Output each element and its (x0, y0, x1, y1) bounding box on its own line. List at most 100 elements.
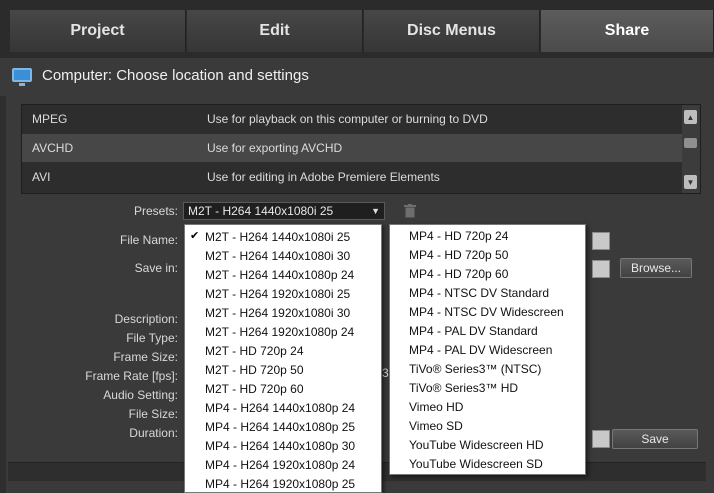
preset-label: MP4 - HD 720p 24 (409, 228, 509, 243)
format-description: Use for editing in Adobe Premiere Elemen… (207, 170, 440, 184)
preset-label: MP4 - H264 1920x1080p 25 (205, 476, 356, 491)
preset-label: YouTube Widescreen SD (409, 456, 543, 471)
preset-menu-left: ✔ M2T - H264 1440x1080i 25 M2T - H264 144… (184, 224, 382, 493)
file-name-label: File Name: (119, 233, 178, 247)
partial-button[interactable] (592, 430, 610, 448)
frame-rate-label: Frame Rate [fps]: (85, 369, 178, 383)
presets-label: Presets: (133, 204, 178, 218)
preset-menu-item[interactable]: M2T - HD 720p 50 (185, 360, 304, 379)
preset-label: M2T - H264 1440x1080i 25 (205, 229, 351, 244)
preset-label: YouTube Widescreen HD (409, 437, 544, 452)
presets-value: M2T - H264 1440x1080i 25 (188, 204, 334, 218)
format-row-avi[interactable]: AVI Use for editing in Adobe Premiere El… (22, 163, 684, 191)
preset-label: MP4 - HD 720p 50 (409, 247, 509, 262)
format-row-mpeg[interactable]: MPEG Use for playback on this computer o… (22, 105, 684, 133)
preset-label: MP4 - PAL DV Standard (409, 323, 538, 338)
scroll-down-button[interactable]: ▼ (684, 175, 697, 189)
file-size-label: File Size: (128, 407, 178, 421)
chevron-down-icon: ▼ (371, 206, 380, 216)
left-edge (0, 96, 6, 493)
preset-menu-item[interactable]: M2T - H264 1440x1080i 30 (185, 246, 350, 265)
frame-rate-value-partial: 3 (382, 366, 389, 380)
preset-menu-item[interactable]: MP4 - HD 720p 50 (390, 245, 508, 264)
save-button[interactable]: Save (612, 429, 698, 449)
preset-menu-item[interactable]: MP4 - NTSC DV Widescreen (390, 302, 564, 321)
preset-menu-item[interactable]: MP4 - H264 1920x1080p 24 (185, 455, 355, 474)
preset-label: M2T - HD 720p 50 (205, 362, 304, 377)
preset-label: MP4 - H264 1440x1080p 24 (205, 400, 356, 415)
preset-menu-item[interactable]: MP4 - PAL DV Standard (390, 321, 538, 340)
preset-menu-right: MP4 - HD 720p 24 MP4 - HD 720p 50 MP4 - … (389, 224, 586, 475)
preset-menu-item[interactable]: TiVo® Series3™ HD (390, 378, 518, 397)
tab-project[interactable]: Project (10, 10, 186, 52)
preset-menu-item[interactable]: M2T - HD 720p 60 (185, 379, 304, 398)
preset-label: M2T - H264 1920x1080i 30 (205, 305, 351, 320)
page-heading-row: Computer: Choose location and settings (12, 62, 309, 88)
checkmark-icon: ✔ (190, 230, 200, 242)
preset-label: MP4 - H264 1920x1080p 24 (205, 457, 356, 472)
tab-edit[interactable]: Edit (187, 10, 363, 52)
format-list-scrollbar[interactable]: ▲ ▼ (682, 105, 700, 193)
preset-menu-item[interactable]: MP4 - H264 1440x1080p 24 (185, 398, 355, 417)
preset-menu-item[interactable]: M2T - H264 1920x1080p 24 (185, 322, 354, 341)
preset-label: MP4 - PAL DV Widescreen (409, 342, 553, 357)
preset-label: MP4 - H264 1440x1080p 25 (205, 419, 356, 434)
preset-label: TiVo® Series3™ (NTSC) (409, 361, 542, 376)
preset-label: Vimeo SD (409, 418, 463, 433)
preset-label: MP4 - H264 1440x1080p 30 (205, 438, 356, 453)
preset-menu-item[interactable]: MP4 - H264 1440x1080p 30 (185, 436, 355, 455)
scroll-up-button[interactable]: ▲ (684, 110, 697, 124)
preset-label: M2T - H264 1920x1080p 24 (205, 324, 355, 339)
preset-label: M2T - HD 720p 24 (205, 343, 304, 358)
format-name: AVCHD (32, 141, 74, 155)
preset-menu-item[interactable]: MP4 - H264 1920x1080p 25 (185, 474, 356, 492)
preset-menu-item[interactable]: M2T - H264 1920x1080i 30 (185, 303, 350, 322)
format-row-avchd[interactable]: AVCHD Use for exporting AVCHD (22, 134, 684, 162)
preset-menu-item[interactable]: MP4 - HD 720p 60 (390, 264, 508, 283)
format-description: Use for playback on this computer or bur… (207, 112, 488, 126)
preset-menu-item[interactable]: M2T - HD 720p 24 (185, 341, 304, 360)
preset-menu-item[interactable]: MP4 - NTSC DV Standard (390, 283, 549, 302)
preset-menu-item[interactable]: MP4 - HD 720p 24 (390, 226, 508, 245)
preset-menu-item[interactable]: MP4 - PAL DV Widescreen (390, 340, 552, 359)
preset-menu-item[interactable]: YouTube Widescreen SD (390, 454, 543, 473)
page-title: Computer: Choose location and settings (42, 66, 309, 84)
browse-button[interactable]: Browse... (620, 258, 692, 278)
preset-menu-item[interactable]: TiVo® Series3™ (NTSC) (390, 359, 541, 378)
scroll-thumb[interactable] (684, 138, 697, 148)
preset-label: Vimeo HD (409, 399, 464, 414)
audio-setting-label: Audio Setting: (103, 388, 178, 402)
format-name: MPEG (32, 112, 68, 126)
tab-disc-menus[interactable]: Disc Menus (364, 10, 540, 52)
format-list: MPEG Use for playback on this computer o… (21, 104, 701, 194)
preset-menu-item[interactable]: ✔ M2T - H264 1440x1080i 25 (185, 227, 350, 246)
file-type-label: File Type: (126, 331, 178, 345)
save-in-label: Save in: (134, 261, 178, 275)
preset-label: MP4 - HD 720p 60 (409, 266, 509, 281)
preset-menu-item[interactable]: MP4 - H264 1440x1080p 25 (185, 417, 355, 436)
preset-menu-item[interactable]: M2T - H264 1440x1080p 24 (185, 265, 354, 284)
preset-label: M2T - H264 1440x1080p 24 (205, 267, 355, 282)
trash-icon[interactable] (404, 204, 416, 218)
format-description: Use for exporting AVCHD (207, 141, 343, 155)
format-name: AVI (32, 170, 51, 184)
frame-size-label: Frame Size: (113, 350, 178, 364)
monitor-icon (12, 68, 32, 86)
presets-dropdown[interactable]: M2T - H264 1440x1080i 25 ▼ (183, 202, 385, 220)
preset-label: M2T - H264 1440x1080i 30 (205, 248, 351, 263)
preset-menu-item[interactable]: Vimeo SD (390, 416, 463, 435)
preset-label: M2T - HD 720p 60 (205, 381, 304, 396)
file-name-square-button[interactable] (592, 232, 610, 250)
description-label: Description: (114, 312, 178, 326)
preset-menu-item[interactable]: Vimeo HD (390, 397, 463, 416)
duration-label: Duration: (129, 426, 178, 440)
preset-label: M2T - H264 1920x1080i 25 (205, 286, 351, 301)
preset-menu-item[interactable]: M2T - H264 1920x1080i 25 (185, 284, 350, 303)
preset-label: MP4 - NTSC DV Standard (409, 285, 550, 300)
preset-label: MP4 - NTSC DV Widescreen (409, 304, 564, 319)
preset-menu-item[interactable]: YouTube Widescreen HD (390, 435, 544, 454)
preset-label: TiVo® Series3™ HD (409, 380, 519, 395)
tab-bar: Project Edit Disc Menus Share (0, 0, 714, 58)
tab-share[interactable]: Share (541, 10, 714, 52)
save-in-square-button[interactable] (592, 260, 610, 278)
